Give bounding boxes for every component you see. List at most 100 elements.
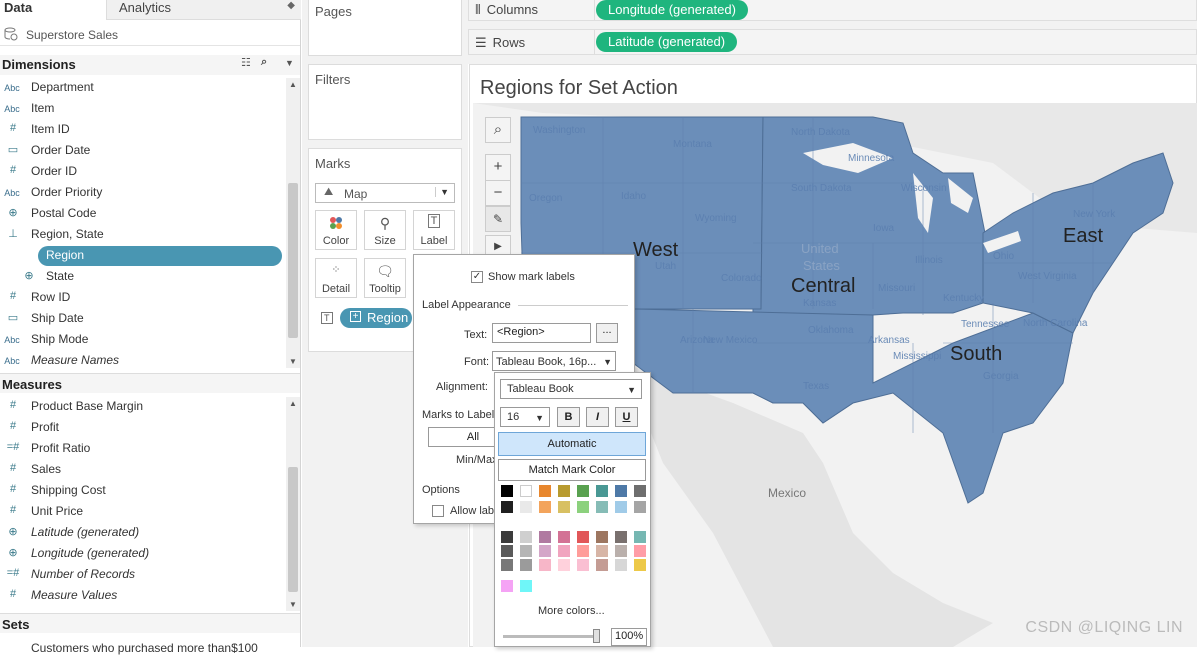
scroll-up-icon[interactable]: ▲ (286, 80, 300, 89)
field-longitude-generated[interactable]: ⊕ Longitude (generated) (0, 543, 284, 564)
scroll-down-icon[interactable]: ▼ (286, 600, 300, 609)
region-label-east[interactable]: East (1063, 225, 1103, 248)
field-postal-code[interactable]: ⊕ Postal Code (0, 203, 284, 224)
field-order-priority[interactable]: Abc Order Priority (0, 182, 284, 203)
color-swatch[interactable] (615, 485, 627, 497)
search-icon[interactable]: ⌕ (261, 56, 267, 69)
field-ship-mode[interactable]: Abc Ship Mode (0, 329, 284, 350)
color-swatch[interactable] (520, 501, 532, 513)
field-sales[interactable]: # Sales (0, 459, 284, 480)
longitude-pill[interactable]: Longitude (generated) (596, 0, 748, 20)
field-unit-price[interactable]: # Unit Price (0, 501, 284, 522)
region-label-central[interactable]: Central (791, 275, 855, 298)
field-item-id[interactable]: # Item ID (0, 119, 284, 140)
color-swatch[interactable] (615, 531, 627, 543)
field-row-id[interactable]: # Row ID (0, 287, 284, 308)
latitude-pill[interactable]: Latitude (generated) (596, 32, 738, 52)
label-region-pill[interactable]: + Region (340, 308, 412, 328)
color-swatch[interactable] (501, 559, 513, 571)
field-order-date[interactable]: ▭ Order Date (0, 140, 284, 161)
color-swatch[interactable] (577, 559, 589, 571)
color-swatch[interactable] (634, 545, 646, 557)
color-swatch[interactable] (596, 545, 608, 557)
color-swatch[interactable] (558, 485, 570, 497)
color-swatch[interactable] (558, 501, 570, 513)
field-region[interactable]: ⊕ Region (0, 245, 284, 266)
field-product-base-margin[interactable]: # Product Base Margin (0, 396, 284, 417)
color-swatch[interactable] (520, 485, 532, 497)
opacity-input[interactable]: 100% (611, 628, 647, 646)
region-label-south[interactable]: South (950, 343, 1002, 366)
italic-button[interactable]: I (586, 407, 609, 427)
columns-shelf[interactable]: ⦀ Columns Longitude (generated) (468, 0, 1197, 21)
field-state[interactable]: ⊕ State (0, 266, 284, 287)
edit-text-button[interactable]: ... (596, 323, 618, 343)
opacity-slider-track[interactable] (503, 635, 599, 638)
field-ship-date[interactable]: ▭ Ship Date (0, 308, 284, 329)
detail-button[interactable]: ⁘ Detail (315, 258, 357, 298)
color-swatch[interactable] (539, 501, 551, 513)
color-swatch[interactable] (539, 531, 551, 543)
label-button[interactable]: T Label (413, 210, 455, 250)
opacity-slider-thumb[interactable] (593, 629, 600, 643)
automatic-color-option[interactable]: Automatic (498, 432, 646, 456)
field-measure-values[interactable]: # Measure Values (0, 585, 284, 606)
color-swatch[interactable] (539, 485, 551, 497)
color-swatch[interactable] (634, 531, 646, 543)
font-family-select[interactable]: Tableau Book ▼ (500, 379, 642, 399)
color-swatch[interactable] (558, 559, 570, 571)
color-swatch[interactable] (558, 545, 570, 557)
color-swatch[interactable] (596, 501, 608, 513)
color-swatch[interactable] (615, 545, 627, 557)
color-swatch[interactable] (615, 501, 627, 513)
color-swatch[interactable] (615, 559, 627, 571)
play-toolbar-button[interactable]: ▶ (485, 235, 511, 255)
tab-analytics[interactable]: Analytics ◆ (106, 0, 301, 20)
tab-data[interactable]: Data (0, 0, 106, 20)
scroll-thumb[interactable] (288, 183, 298, 338)
field-order-id[interactable]: # Order ID (0, 161, 284, 182)
min-max-option[interactable]: Min/Max (456, 454, 498, 466)
pages-shelf[interactable]: Pages (308, 0, 462, 56)
color-swatch[interactable] (520, 545, 532, 557)
color-swatch[interactable] (596, 485, 608, 497)
scroll-down-icon[interactable]: ▼ (286, 357, 300, 366)
field-item[interactable]: Abc Item (0, 98, 284, 119)
menu-arrow-icon[interactable]: ▼ (285, 58, 294, 68)
color-swatch[interactable] (520, 559, 532, 571)
field-number-of-records[interactable]: =# Number of Records (0, 564, 284, 585)
color-swatch[interactable] (634, 559, 646, 571)
pin-map-button[interactable]: ✎ (485, 206, 511, 232)
map-search-button[interactable]: ⌕ (485, 117, 511, 143)
allow-labels-checkbox[interactable] (432, 505, 444, 517)
color-swatch[interactable] (577, 501, 589, 513)
color-swatch[interactable] (596, 559, 608, 571)
color-button[interactable]: Color (315, 210, 357, 250)
field-shipping-cost[interactable]: # Shipping Cost (0, 480, 284, 501)
more-colors-link[interactable]: More colors... (538, 605, 605, 617)
zoom-in-button[interactable]: + (485, 154, 511, 180)
set-item[interactable]: Customers who purchased more than$100 (0, 638, 284, 659)
field-department[interactable]: Abc Department (0, 77, 284, 98)
tooltip-button[interactable]: 🗨 Tooltip (364, 258, 406, 298)
color-swatch[interactable] (520, 531, 532, 543)
color-swatch[interactable] (577, 531, 589, 543)
custom-color-swatch[interactable] (520, 580, 532, 592)
color-swatch[interactable] (501, 531, 513, 543)
field-region-state[interactable]: ⊥ Region, State (0, 224, 284, 245)
field-measure-names[interactable]: Abc Measure Names (0, 350, 284, 371)
color-swatch[interactable] (539, 559, 551, 571)
bold-button[interactable]: B (557, 407, 580, 427)
color-swatch[interactable] (596, 531, 608, 543)
size-button[interactable]: ⚲ Size (364, 210, 406, 250)
custom-color-swatch[interactable] (501, 580, 513, 592)
color-swatch[interactable] (501, 545, 513, 557)
measures-scrollbar[interactable]: ▲ ▼ (286, 397, 300, 611)
field-profit[interactable]: # Profit (0, 417, 284, 438)
color-swatch[interactable] (634, 485, 646, 497)
color-swatch[interactable] (634, 501, 646, 513)
datasource-row[interactable]: Superstore Sales (0, 24, 300, 46)
scroll-up-icon[interactable]: ▲ (286, 399, 300, 408)
show-mark-labels-checkbox[interactable]: ✓ (471, 271, 483, 283)
match-mark-color-option[interactable]: Match Mark Color (498, 459, 646, 481)
